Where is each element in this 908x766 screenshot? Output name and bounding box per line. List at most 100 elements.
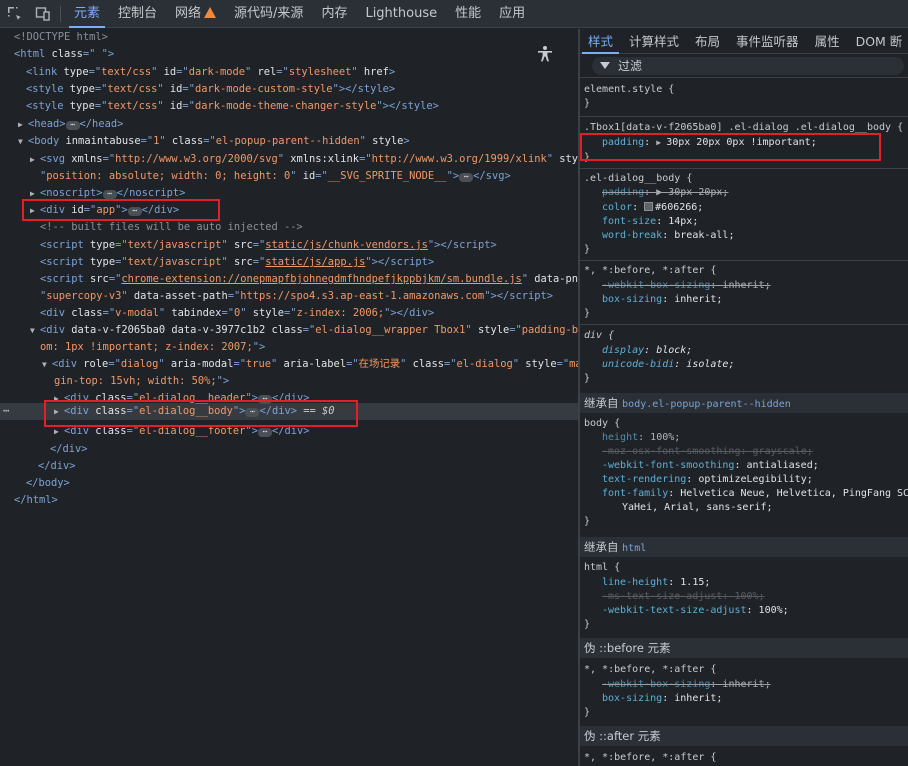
tab-properties[interactable]: 属性 (807, 29, 848, 54)
element-style-selector[interactable]: element.style { (584, 83, 674, 97)
dom-node-style-theme[interactable]: <style type="text/css" id="dark-mode-the… (26, 98, 439, 115)
devtools-toolbar: 元素 控制台 网络 源代码/来源 内存 Lighthouse 性能 应用 (0, 0, 908, 28)
rule-divider (580, 116, 908, 117)
inherited-label: 继承自 (584, 396, 619, 410)
rule3-selector[interactable]: *, *:before, *:after { (584, 264, 716, 278)
collapsed-dots-icon[interactable]: ⋯ (65, 121, 80, 130)
expand-arrow-icon[interactable]: ▶ (30, 151, 40, 168)
expand-arrow-icon[interactable]: ▶ (18, 116, 28, 133)
device-toggle-icon[interactable] (28, 0, 56, 28)
html-ms-text-size-adjust[interactable]: -ms-text-size-adjust: 100%; (602, 590, 765, 604)
html-line-height[interactable]: line-height: 1.15; (602, 576, 710, 590)
highlight-box-app (22, 199, 220, 221)
dom-node-script-ext[interactable]: <script src="chrome-extension://onepmapf… (40, 271, 578, 288)
inspect-element-icon[interactable] (0, 0, 28, 28)
pseudo-before-selector[interactable]: *, *:before, *:after { (584, 663, 716, 677)
dom-node-html[interactable]: <html class=" "> (14, 46, 114, 63)
script-link[interactable]: static/js/chunk-vendors.js (265, 239, 428, 251)
node-actions-ellipsis[interactable]: ⋯ (3, 403, 9, 420)
dom-close-html: </html> (14, 494, 58, 506)
warning-icon (204, 6, 217, 18)
close-brace: } (584, 373, 591, 384)
dom-node-dialog-wrapper-cont: om: 1px !important; z-index: 2007;"> (40, 341, 266, 353)
tab-styles[interactable]: 样式 (580, 29, 621, 54)
dom-node-link[interactable]: <link type="text/css" id="dark-mode" rel… (26, 64, 395, 81)
tab-application[interactable]: 应用 (490, 0, 534, 28)
pseudo-before-webkit-box-sizing[interactable]: -webkit-box-sizing: inherit; (602, 678, 771, 692)
html-selector[interactable]: html { (584, 561, 620, 575)
rule-divider (580, 260, 908, 261)
script-link[interactable]: chrome-extension://onepmapfbjohnegdmfhnd… (121, 273, 521, 285)
ua-div-unicode-bidi: unicode-bidi: isolate; (602, 359, 735, 370)
inherited-from-html: 继承自 html (580, 537, 908, 557)
script-link[interactable]: static/js/app.js (265, 256, 365, 268)
dom-node-script-vendors[interactable]: <script type="text/javascript" src="stat… (40, 237, 497, 254)
rule2-selector[interactable]: .el-dialog__body { (584, 172, 692, 186)
rule3-box-sizing[interactable]: box-sizing: inherit; (602, 293, 722, 307)
inherited-body-link[interactable]: body.el-popup-parent--hidden (622, 399, 791, 410)
tab-lighthouse[interactable]: Lighthouse (356, 0, 446, 28)
doctype-line: <!DOCTYPE html> (14, 31, 108, 43)
body-moz-osx-smoothing[interactable]: -moz-osx-font-smoothing: grayscale; (602, 445, 813, 459)
styles-pane: 样式 计算样式 布局 事件监听器 属性 DOM 断 过滤 element.sty… (580, 29, 908, 766)
pseudo-before-header: 伪 ::before 元素 (580, 638, 908, 658)
body-webkit-smoothing[interactable]: -webkit-font-smoothing: antialiased; (602, 459, 819, 473)
dom-node-dialog-cont: gin-top: 15vh; width: 50%;"> (54, 375, 230, 387)
dom-close-div: </div> (38, 460, 76, 472)
dom-close-body: </body> (26, 477, 70, 489)
rule2-color[interactable]: color: #606266; (602, 201, 703, 215)
filter-input[interactable]: 过滤 (592, 56, 904, 75)
pseudo-after-selector[interactable]: *, *:before, *:after { (584, 751, 716, 765)
collapsed-dots-icon[interactable]: ⋯ (257, 428, 272, 437)
tab-console[interactable]: 控制台 (109, 0, 166, 28)
inherited-html-link[interactable]: html (622, 543, 646, 554)
body-font-family-cont: YaHei, Arial, sans-serif; (622, 502, 773, 513)
rule2-word-break[interactable]: word-break: break-all; (602, 229, 734, 243)
color-swatch[interactable] (644, 202, 654, 211)
body-height[interactable]: height: 100%; (602, 431, 680, 445)
rule3-webkit-box-sizing[interactable]: -webkit-box-sizing: inherit; (602, 279, 771, 293)
collapsed-dots-icon[interactable]: ⋯ (459, 173, 474, 182)
collapsed-dots-icon[interactable]: ⋯ (102, 190, 117, 199)
collapse-arrow-icon[interactable]: ▼ (18, 133, 28, 150)
body-selector[interactable]: body { (584, 417, 620, 431)
inherited-label: 继承自 (584, 540, 619, 554)
collapse-arrow-icon[interactable]: ▼ (30, 322, 40, 339)
close-brace: } (584, 707, 591, 718)
rule2-padding[interactable]: padding: ▶ 30px 20px; (602, 186, 728, 200)
styles-rules: element.style { } .Tbox1[data-v-f2065ba0… (580, 79, 908, 766)
dom-node-script-ext-cont: "supercopy-v3" data-asset-path="https://… (40, 290, 554, 302)
ua-div-selector: div { (584, 330, 615, 341)
body-font-family[interactable]: font-family: Helvetica Neue, Helvetica, … (602, 487, 908, 501)
dom-node-dialog-wrapper[interactable]: ▼ <div data-v-f2065ba0 data-v-3977c1b2 cl… (30, 322, 578, 339)
tab-network-label: 网络 (175, 5, 202, 21)
dom-node-style-custom[interactable]: <style type="text/css" id="dark-mode-cus… (26, 81, 395, 98)
collapse-arrow-icon[interactable]: ▼ (42, 356, 52, 373)
toolbar-divider (60, 5, 61, 22)
dom-node-body[interactable]: ▼ <body inmaintabuse="1" class="el-popup-… (18, 133, 410, 150)
dom-node-script-app[interactable]: <script type="text/javascript" src="stat… (40, 254, 434, 271)
close-brace: } (584, 308, 591, 319)
tab-computed[interactable]: 计算样式 (621, 29, 687, 54)
tab-event-listeners[interactable]: 事件监听器 (728, 29, 807, 54)
pseudo-after-header: 伪 ::after 元素 (580, 726, 908, 746)
tab-sources[interactable]: 源代码/来源 (225, 0, 312, 28)
tab-performance[interactable]: 性能 (446, 0, 490, 28)
tab-layout[interactable]: 布局 (687, 29, 728, 54)
tab-network[interactable]: 网络 (166, 0, 225, 28)
tab-memory[interactable]: 内存 (312, 0, 356, 28)
dom-node-head[interactable]: ▶ <head> ⋯ </head> (18, 116, 123, 133)
rule2-font-size[interactable]: font-size: 14px; (602, 215, 698, 229)
tab-elements[interactable]: 元素 (65, 0, 109, 28)
html-webkit-text-size-adjust[interactable]: -webkit-text-size-adjust: 100%; (602, 604, 789, 618)
accessibility-icon[interactable] (534, 45, 556, 67)
dom-node-dialog[interactable]: ▼ <div role="dialog" aria-modal="true" ar… (42, 356, 578, 373)
dom-node-vmodal[interactable]: <div class="v-modal" tabindex="0" style=… (40, 305, 434, 322)
inherited-from-body: 继承自 body.el-popup-parent--hidden (580, 393, 908, 413)
dom-node-svg[interactable]: ▶ <svg xmlns="http://www.w3.org/2000/svg"… (30, 151, 578, 168)
highlight-box-padding-rule (580, 133, 881, 161)
dom-comment: <!-- built files will be auto injected -… (40, 221, 303, 233)
tab-dom-breakpoints[interactable]: DOM 断 (848, 29, 908, 54)
pseudo-before-box-sizing[interactable]: box-sizing: inherit; (602, 692, 722, 706)
body-text-rendering[interactable]: text-rendering: optimizeLegibility; (602, 473, 813, 487)
